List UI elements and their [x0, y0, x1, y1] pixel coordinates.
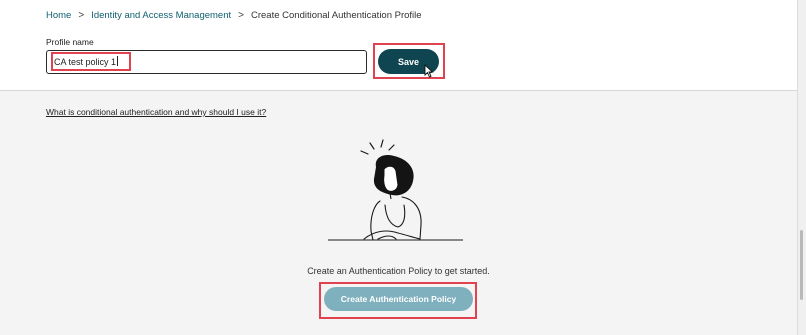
- conditional-auth-help-link[interactable]: What is conditional authentication and w…: [46, 107, 266, 117]
- empty-state-text: Create an Authentication Policy to get s…: [307, 266, 490, 276]
- breadcrumb-separator: >: [78, 10, 85, 21]
- breadcrumb-home-link[interactable]: Home: [46, 10, 71, 21]
- scrollbar-thumb[interactable]: [800, 230, 803, 300]
- create-button-highlight: [319, 282, 477, 319]
- mouse-cursor-icon: [424, 64, 434, 78]
- breadcrumb-separator: >: [238, 10, 244, 21]
- save-button-highlight: [373, 43, 445, 79]
- breadcrumb: Home > Identity and Access Management > …: [46, 10, 422, 21]
- profile-value-highlight: [51, 52, 131, 71]
- breadcrumb-current: Create Conditional Authentication Profil…: [250, 10, 422, 21]
- header-panel: Home > Identity and Access Management > …: [0, 0, 797, 91]
- person-illustration: [328, 139, 463, 241]
- profile-name-label: Profile name: [46, 37, 94, 47]
- breadcrumb-iam-link[interactable]: Identity and Access Management: [91, 10, 231, 21]
